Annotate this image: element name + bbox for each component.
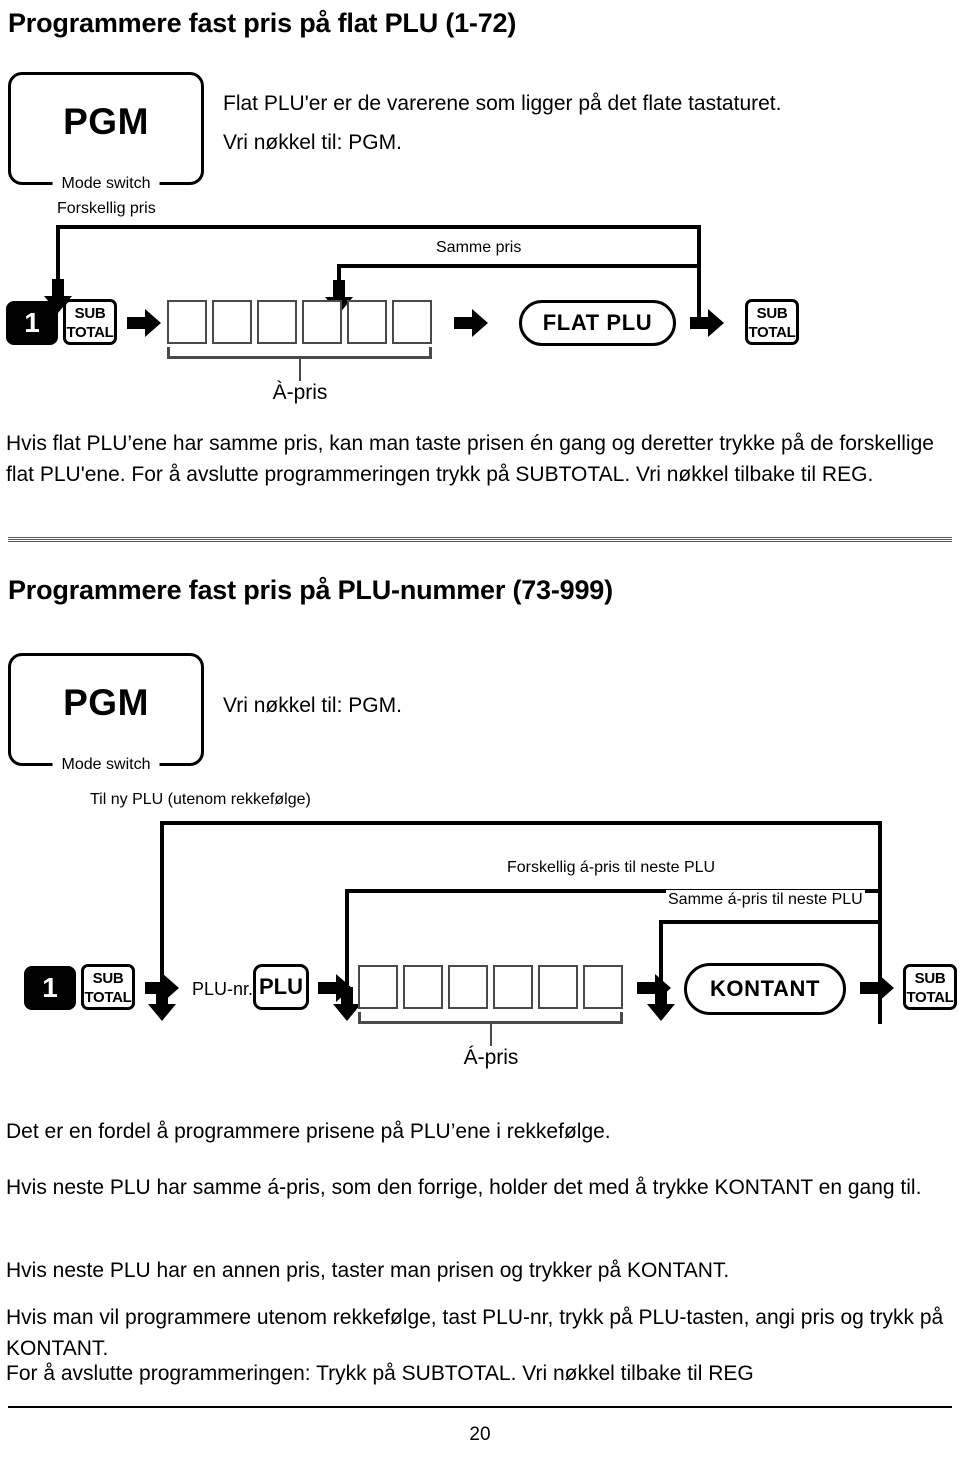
key-subtotal-line2: TOTAL [748,324,796,341]
key-kontant[interactable]: KONTANT [684,963,846,1015]
key-number-1[interactable]: 1 [6,301,58,345]
entry-box[interactable] [403,965,443,1009]
label-a-pris-2: Á-pris [463,1046,519,1069]
section-2-paragraph-3: Hvis neste PLU har en annen pris, taster… [6,1259,730,1282]
bracket-stem-1 [299,359,301,381]
section-2-paragraph-4: Hvis man vil programmere utenom rekkeføl… [6,1306,944,1360]
mode-switch-value-2: PGM [63,682,149,723]
key-subtotal-line2: TOTAL [84,989,132,1006]
mode-switch-value-1: PGM [63,101,149,142]
label-plu-nr: PLU-nr. [190,979,256,999]
key-subtotal-line1: SUB [914,970,946,987]
entry-box[interactable] [347,300,387,344]
flowchart-plu-number: Til ny PLU (utenom rekkefølge) Forskelli… [0,786,960,1106]
arrow-right-2c [637,974,671,1002]
key-subtotal-start-2[interactable]: SUB TOTAL [81,964,135,1010]
entry-box[interactable] [257,300,297,344]
section-2-intro-line-1: Vri nøkkel til: PGM. [223,694,402,717]
document-page: Programmere fast pris på flat PLU (1-72)… [0,0,960,1459]
section-1-intro: Flat PLU'er er de varerene som ligger på… [223,88,943,166]
section-2-paragraph-5: For å avslutte programmeringen: Trykk på… [6,1362,754,1385]
page-title-section-1: Programmere fast pris på flat PLU (1-72) [8,8,517,38]
label-forskellig-apris: Forskellig á-pris til neste PLU [505,858,718,877]
feedback-line-newplu-drop [160,821,164,991]
key-flat-plu-label: FLAT PLU [542,310,653,335]
arrow-right-2d [860,974,894,1002]
footer-divider [8,1406,952,1408]
feedback-line-different-drop [56,225,60,283]
bracket-unit-price-2 [358,1012,623,1024]
feedback-line-newplu-top [160,821,882,825]
page-title-section-2: Programmere fast pris på PLU-nummer (73-… [8,575,613,605]
section-2-paragraph-1: Det er en fordel å programmere prisene p… [6,1120,611,1143]
key-subtotal-line1: SUB [756,305,788,322]
key-subtotal-line1: SUB [74,305,106,322]
key-number-1-d2[interactable]: 1 [24,966,76,1010]
label-til-ny-plu: Til ny PLU (utenom rekkefølge) [88,790,313,809]
entry-box[interactable] [212,300,252,344]
key-subtotal-end-1[interactable]: SUB TOTAL [745,299,799,345]
key-subtotal-line1: SUB [92,970,124,987]
bracket-unit-price-1 [167,347,432,359]
key-subtotal-line2: TOTAL [906,989,954,1006]
feedback-line-sameapris-top [659,920,882,924]
key-plu[interactable]: PLU [253,964,309,1010]
section-2-intro: Vri nøkkel til: PGM. [223,690,823,721]
label-a-pris-1: À-pris [272,381,328,404]
arrow-right-1a [127,309,161,337]
entry-box[interactable] [358,965,398,1009]
feedback-line-different-top [56,225,701,229]
section-1-intro-line-1: Flat PLU'er er de varerene som ligger på… [223,92,782,115]
feedback-line-different-riser [697,225,701,317]
entry-box[interactable] [167,300,207,344]
key-subtotal-1[interactable]: SUB TOTAL [63,299,117,345]
entry-box[interactable] [302,300,342,344]
key-plu-label: PLU [259,974,303,999]
page-number: 20 [469,1424,491,1445]
key-subtotal-line2: TOTAL [66,324,114,341]
section-1-after-text: Hvis flat PLU’ene har samme pris, kan ma… [6,432,934,486]
label-samme-pris: Samme pris [434,238,524,257]
key-flat-plu[interactable]: FLAT PLU [519,300,676,346]
section-2-paragraph-2: Hvis neste PLU har samme á-pris, som den… [6,1176,922,1199]
arrow-right-1c [690,309,724,337]
label-samme-apris: Samme á-pris til neste PLU [666,890,865,909]
mode-switch-legend-2: Mode switch [52,755,160,775]
section-1-intro-line-2: Vri nøkkel til: PGM. [223,131,402,154]
section-divider [8,537,952,542]
arrow-right-1b [454,309,488,337]
flowchart-flat-plu: Forskellig pris Samme pris 1 SUB TOTAL À… [0,195,960,415]
key-kontant-label: KONTANT [709,976,821,1001]
entry-box[interactable] [583,965,623,1009]
feedback-line-same-top [337,264,701,268]
mode-switch-pgm-2: PGM Mode switch [8,653,204,775]
mode-switch-pgm-1: PGM Mode switch [8,72,204,194]
entry-box[interactable] [493,965,533,1009]
arrow-right-2b [318,974,352,1002]
bracket-stem-2 [490,1024,492,1046]
mode-switch-legend-1: Mode switch [52,174,160,194]
entry-box[interactable] [538,965,578,1009]
label-forskellig-pris: Forskellig pris [55,199,158,218]
entry-box[interactable] [448,965,488,1009]
key-subtotal-end-2[interactable]: SUB TOTAL [903,964,957,1010]
arrow-right-2a [145,974,179,1002]
entry-box[interactable] [392,300,432,344]
